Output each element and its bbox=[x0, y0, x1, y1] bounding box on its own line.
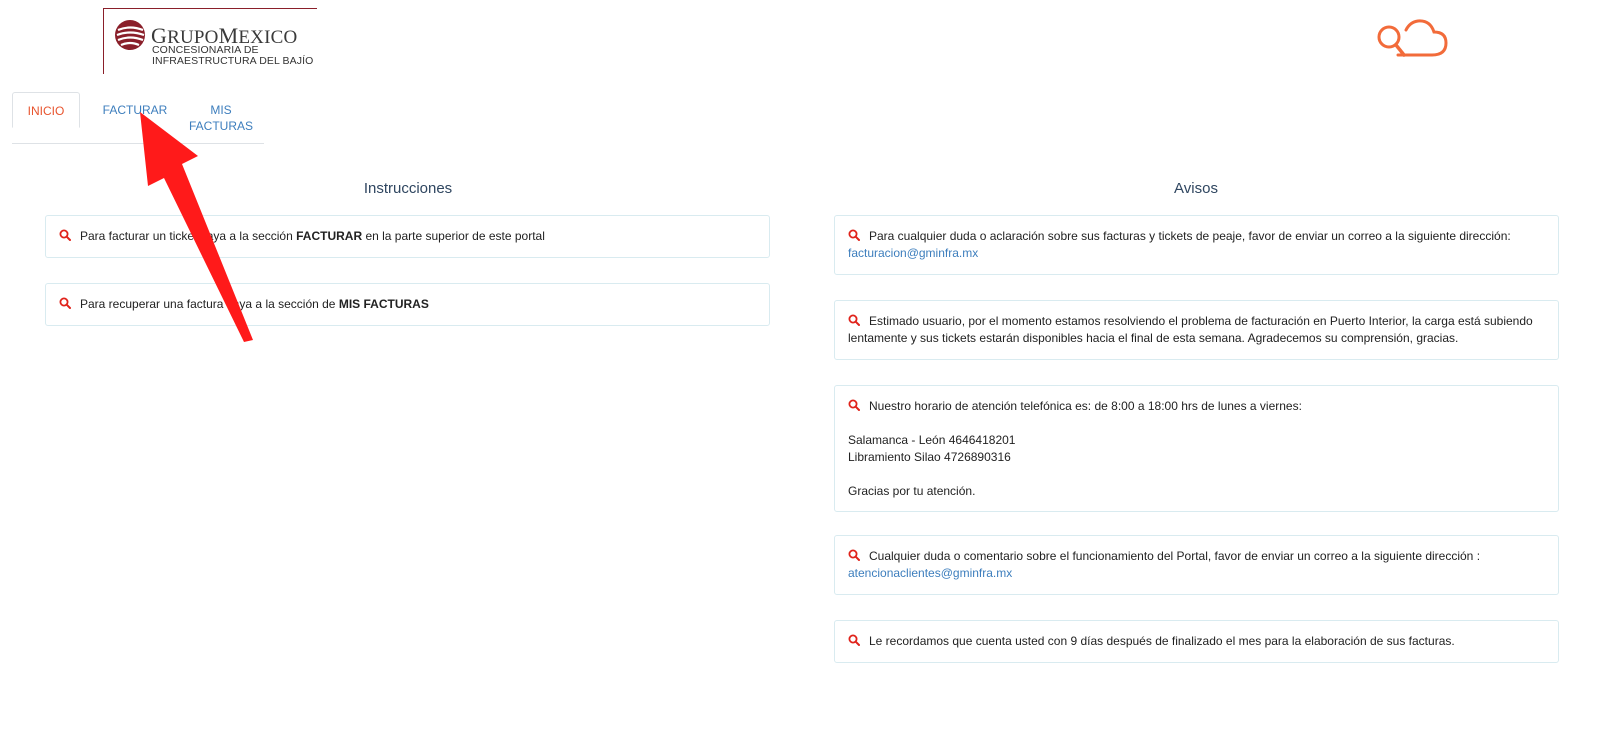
search-icon bbox=[59, 297, 71, 309]
aviso-facturacion: Para cualquier duda o aclaración sobre s… bbox=[834, 215, 1559, 275]
search-icon bbox=[848, 549, 860, 561]
instruccion-mis-facturas: Para recuperar una factura vaya a la sec… bbox=[45, 283, 770, 326]
search-icon bbox=[59, 229, 71, 241]
aviso-horario: Nuestro horario de atención telefónica e… bbox=[834, 385, 1559, 512]
tab-facturar[interactable]: FACTURAR bbox=[97, 102, 173, 118]
search-icon bbox=[848, 634, 860, 646]
logo-subtitle: CONCESIONARIA DE INFRAESTRUCTURA DEL BAJ… bbox=[152, 44, 314, 67]
search-icon bbox=[848, 399, 860, 411]
cloud-search-icon bbox=[1377, 19, 1448, 57]
tab-inicio[interactable]: INICIO bbox=[12, 92, 80, 128]
main-tabs: INICIO FACTURAR MIS FACTURAS bbox=[12, 92, 264, 144]
aviso-puerto-interior: Estimado usuario, por el momento estamos… bbox=[834, 300, 1559, 360]
grupo-mexico-logo[interactable]: GRUPOMEXICO CONCESIONARIA DE INFRAESTRUC… bbox=[103, 8, 317, 74]
email-link-facturacion[interactable]: facturacion@gminfra.mx bbox=[848, 246, 978, 260]
instruccion-facturar: Para facturar un ticket vaya a la secció… bbox=[45, 215, 770, 258]
tab-mis-facturas[interactable]: MIS FACTURAS bbox=[186, 102, 256, 134]
avisos-title: Avisos bbox=[1174, 180, 1218, 197]
phone-salamanca: Salamanca - León 4646418201 bbox=[848, 433, 1016, 447]
search-icon bbox=[848, 314, 860, 326]
phone-silao: Libramiento Silao 4726890316 bbox=[848, 450, 1011, 464]
grupo-mexico-emblem-icon bbox=[115, 20, 145, 50]
email-link-atencion[interactable]: atencionaclientes@gminfra.mx bbox=[848, 566, 1012, 580]
search-icon bbox=[848, 229, 860, 241]
instrucciones-title: Instrucciones bbox=[363, 180, 453, 197]
aviso-portal: Cualquier duda o comentario sobre el fun… bbox=[834, 535, 1559, 595]
aviso-plazo: Le recordamos que cuenta usted con 9 día… bbox=[834, 620, 1559, 663]
